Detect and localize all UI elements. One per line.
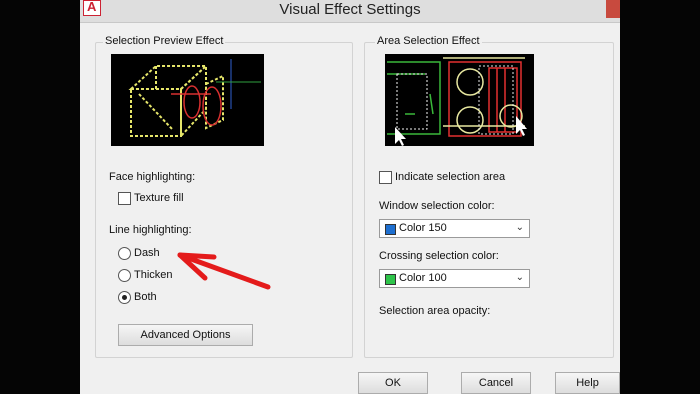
annotation-arrow-layer bbox=[177, 252, 271, 290]
red-annotation-arrow bbox=[177, 252, 271, 290]
